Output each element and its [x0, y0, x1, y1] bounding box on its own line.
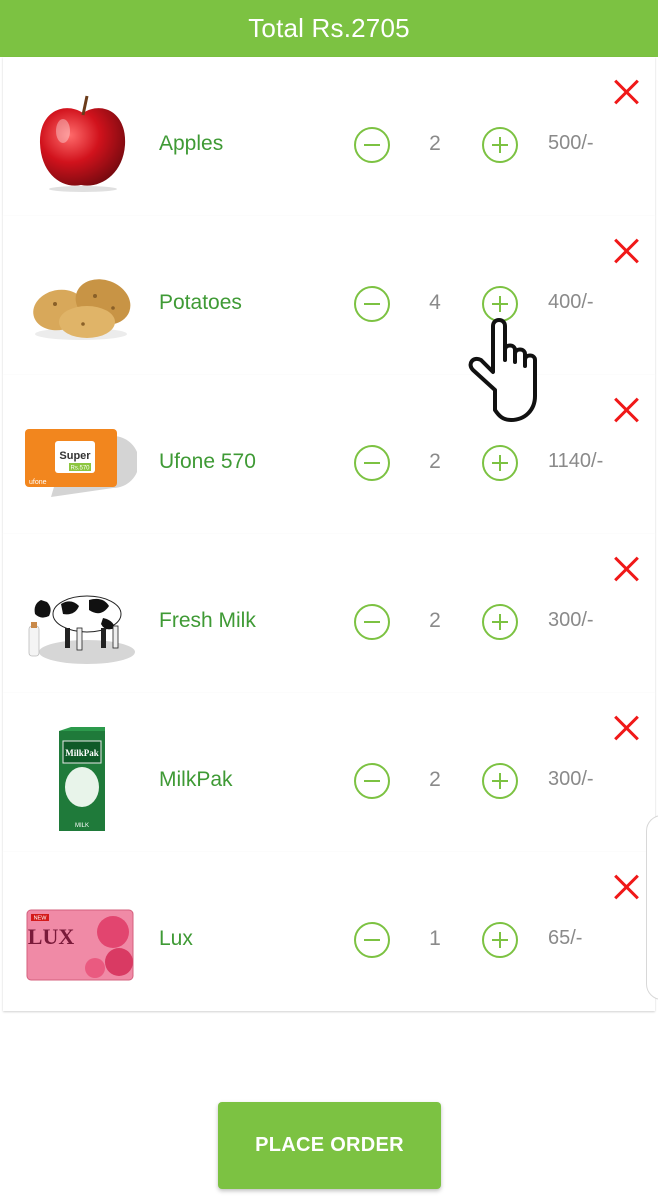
card-brand: ufone [29, 479, 47, 486]
item-name: MilkPak [159, 768, 233, 791]
carton-sub: MILK [75, 823, 89, 829]
item-price: 300/- [548, 609, 594, 631]
remove-item-close-icon[interactable] [613, 874, 639, 900]
decrease-quantity-button[interactable] [354, 604, 390, 640]
ufone-card-image: Super Rs.570 ufone [25, 429, 137, 497]
item-name: Ufone 570 [159, 450, 256, 473]
decrease-quantity-button[interactable] [354, 286, 390, 322]
soap-badge: NEW [34, 916, 48, 922]
hand-pointer-icon [468, 318, 537, 422]
cart-item: MilkPak MILK MilkPak 2 300/- [3, 693, 655, 852]
increase-quantity-button[interactable] [482, 763, 518, 799]
remove-item-close-icon[interactable] [613, 556, 639, 582]
cart-item: Super Rs.570 ufone Ufone 570 2 1140/- [3, 375, 655, 534]
lux-soap-image: NEW LUX [26, 909, 134, 981]
cart-item: NEW LUX Lux 1 65/- [3, 852, 655, 1011]
increase-quantity-button[interactable] [482, 445, 518, 481]
decrease-quantity-button[interactable] [354, 445, 390, 481]
item-quantity: 2 [429, 768, 441, 791]
item-price: 65/- [548, 927, 583, 949]
increase-quantity-button[interactable] [482, 127, 518, 163]
item-price: 400/- [548, 291, 594, 313]
increase-quantity-button[interactable] [482, 604, 518, 640]
remove-item-close-icon[interactable] [613, 79, 639, 105]
item-price: 300/- [548, 768, 594, 790]
item-quantity: 2 [429, 450, 441, 473]
carton-label: MilkPak [65, 748, 99, 758]
cow-milk-image [28, 595, 135, 664]
total-title: Total Rs.2705 [248, 13, 410, 43]
item-name: Potatoes [159, 291, 242, 314]
remove-item-close-icon[interactable] [613, 397, 639, 423]
place-order-button[interactable]: PLACE ORDER [218, 1102, 441, 1189]
card-label: Super [59, 450, 91, 462]
cart-item: Apples 2 500/- [3, 57, 655, 216]
item-name: Apples [159, 132, 224, 155]
increase-quantity-button[interactable] [482, 922, 518, 958]
item-quantity: 2 [429, 609, 441, 632]
apple-image [39, 95, 126, 192]
item-price: 500/- [548, 132, 594, 154]
item-price: 1140/- [548, 450, 604, 472]
cart-list: Apples 2 500/- Potatoes 4 400/- Super Rs… [3, 57, 655, 1011]
potatoes-image [33, 279, 131, 340]
cart-item: Fresh Milk 2 300/- [3, 534, 655, 693]
item-quantity: 4 [429, 291, 441, 314]
remove-item-close-icon[interactable] [613, 715, 639, 741]
item-quantity: 1 [429, 927, 441, 950]
decrease-quantity-button[interactable] [354, 763, 390, 799]
decrease-quantity-button[interactable] [354, 922, 390, 958]
card-sub: Rs.570 [70, 466, 90, 472]
app-header: Total Rs.2705 [0, 0, 658, 57]
remove-item-close-icon[interactable] [613, 238, 639, 264]
decrease-quantity-button[interactable] [354, 127, 390, 163]
edge-panel-handle[interactable] [646, 815, 658, 1000]
item-quantity: 2 [429, 132, 441, 155]
item-name: Fresh Milk [159, 609, 256, 632]
milkpak-carton-image: MilkPak MILK [59, 727, 105, 831]
soap-label: LUX [28, 924, 75, 949]
item-name: Lux [159, 927, 193, 950]
cart-item: Potatoes 4 400/- [3, 216, 655, 375]
